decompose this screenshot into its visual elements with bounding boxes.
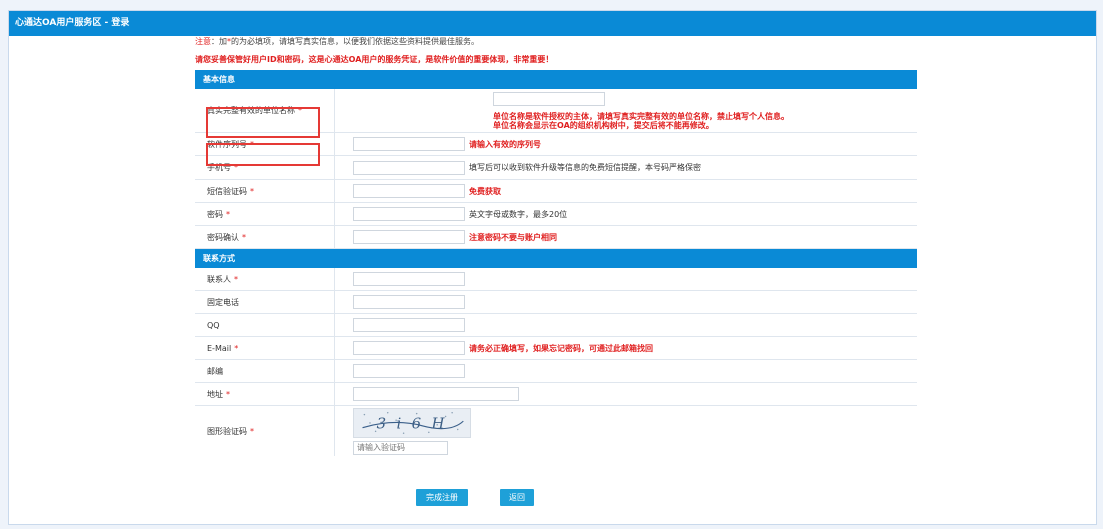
sms-code-cell: 免费获取 [335,180,917,202]
mobile-hint: 填写后可以收到软件升级等信息的免费短信提醒，本号码严格保密 [469,163,701,172]
password-confirm-label: 密码确认 * [195,226,335,248]
landline-label: 固定电话 [195,291,335,313]
serial-hint: 请输入有效的序列号 [469,139,541,149]
section-basic-info: 基本信息 [195,70,917,89]
back-button[interactable]: 返回 [500,489,534,506]
unit-name-hint-line2: 单位名称会显示在OA的组织机构树中，提交后将不能再修改。 [493,121,714,130]
captcha-input[interactable] [353,440,448,455]
required-mark: * [226,389,230,399]
captcha-group: 3 i 6 H [353,407,471,455]
email-label-text: E-Mail [207,343,232,353]
serial-cell: 请输入有效的序列号 [335,133,917,155]
zipcode-cell [335,360,917,382]
password-confirm-input[interactable] [353,230,465,244]
row-captcha: 图形验证码 * 3 i 6 H [195,406,917,456]
security-warning: 请您妥善保管好用户ID和密码，这是心通达OA用户的服务凭证，是软件价值的重要体现… [195,55,554,64]
password-input[interactable] [353,207,465,221]
serial-input[interactable] [353,137,465,151]
notice-prefix: ：加 [211,37,227,46]
captcha-image-text: 3 i 6 H [377,414,448,432]
highlight-box-serial [206,143,320,166]
landline-input[interactable] [353,295,465,309]
row-landline: 固定电话 [195,291,917,314]
qq-cell [335,314,917,336]
address-label-text: 地址 [207,389,223,399]
address-label: 地址 * [195,383,335,405]
required-mark: * [234,343,239,353]
zipcode-input[interactable] [353,364,465,378]
required-mark: * [226,209,230,219]
captcha-label-text: 图形验证码 [207,426,247,436]
unit-name-hint: 单位名称是软件授权的主体，请填写真实完整有效的单位名称，禁止填写个人信息。 单位… [493,112,789,130]
row-email: E-Mail * 请务必正确填写，如果忘记密码，可通过此邮箱找回 [195,337,917,360]
sms-code-label: 短信验证码 * [195,180,335,202]
zipcode-label: 邮编 [195,360,335,382]
required-mark: * [234,274,238,284]
required-mark: * [250,426,254,436]
section-contact-info: 联系方式 [195,249,917,268]
row-zipcode: 邮编 [195,360,917,383]
mobile-input[interactable] [353,160,465,175]
row-address: 地址 * [195,383,917,406]
email-cell: 请务必正确填写，如果忘记密码，可通过此邮箱找回 [335,337,917,359]
highlight-box-unit-name [206,107,320,138]
unit-name-input[interactable] [493,92,605,106]
captcha-cell: 3 i 6 H [335,406,917,456]
submit-register-button[interactable]: 完成注册 [416,489,468,506]
address-input[interactable] [353,387,519,401]
sms-code-input[interactable] [353,184,465,198]
row-password-confirm: 密码确认 * 注意密码不要与账户相同 [195,226,917,249]
row-password: 密码 * 英文字母或数字，最多20位 [195,203,917,226]
notice-rest: 的为必填项，请填写真实信息，以便我们依据这些资料提供最佳服务。 [231,37,479,46]
qq-label: QQ [195,314,335,336]
captcha-image[interactable]: 3 i 6 H [353,407,471,438]
get-sms-code-link[interactable]: 免费获取 [469,186,501,197]
captcha-label: 图形验证码 * [195,406,335,456]
required-notice: 注意：加*的为必填项，请填写真实信息，以便我们依据这些资料提供最佳服务。 [195,36,479,47]
contact-person-label: 联系人 * [195,268,335,290]
email-label: E-Mail * [195,337,335,359]
row-qq: QQ [195,314,917,337]
password-label-text: 密码 [207,209,223,219]
contact-person-input[interactable] [353,272,465,286]
password-cell: 英文字母或数字，最多20位 [335,203,917,225]
row-sms-code: 短信验证码 * 免费获取 [195,180,917,203]
mobile-cell: 填写后可以收到软件升级等信息的免费短信提醒，本号码严格保密 [335,156,917,179]
password-hint: 英文字母或数字，最多20位 [469,209,568,219]
form-actions: 完成注册 返回 [416,489,534,506]
qq-input[interactable] [353,318,465,332]
landline-cell [335,291,917,313]
contact-person-label-text: 联系人 [207,274,231,284]
email-hint: 请务必正确填写，如果忘记密码，可通过此邮箱找回 [469,343,653,353]
required-mark: * [250,186,254,196]
password-confirm-hint: 注意密码不要与账户相同 [469,232,557,242]
notice-lead: 注意 [195,37,211,46]
address-cell [335,383,917,405]
row-contact-person: 联系人 * [195,268,917,291]
email-input[interactable] [353,341,465,355]
contact-person-cell [335,268,917,290]
unit-name-cell: 单位名称是软件授权的主体，请填写真实完整有效的单位名称，禁止填写个人信息。 单位… [335,89,917,132]
required-mark: * [242,232,246,242]
window-title: 心通达OA用户服务区 - 登录 [9,11,1096,36]
password-label: 密码 * [195,203,335,225]
sms-code-label-text: 短信验证码 [207,186,247,196]
password-confirm-cell: 注意密码不要与账户相同 [335,226,917,248]
password-confirm-label-text: 密码确认 [207,232,239,242]
unit-name-hint-line1: 单位名称是软件授权的主体，请填写真实完整有效的单位名称，禁止填写个人信息。 [493,112,789,121]
